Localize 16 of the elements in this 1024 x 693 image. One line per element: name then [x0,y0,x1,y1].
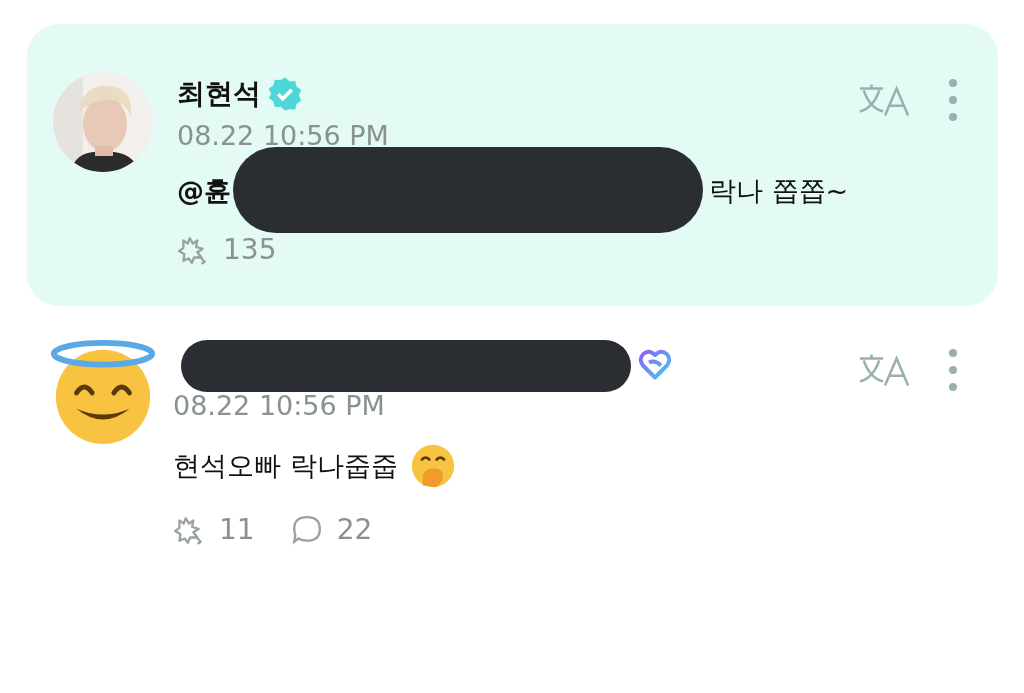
translate-icon[interactable] [858,82,912,118]
comment-text: 현석오빠 락나줍줍 [173,449,398,483]
more-icon[interactable] [948,78,958,122]
author-name[interactable]: 최현석 [177,75,261,113]
like-button[interactable]: 11 [173,513,255,546]
comment-time: 08.22 10:56 PM [177,120,390,151]
hand-over-mouth-emoji-icon [409,443,456,489]
speech-bubble-icon [290,513,323,546]
reply-button[interactable]: 22 [290,513,373,546]
more-icon[interactable] [948,348,958,392]
translate-icon[interactable] [858,352,912,388]
verified-badge-icon [267,76,303,112]
comment-time: 08.22 10:56 PM [173,390,386,421]
comment-text: 락나 쫍쫍~ [709,174,849,208]
mention-link[interactable]: @휸 [177,173,231,209]
like-button[interactable]: 135 [177,233,277,266]
